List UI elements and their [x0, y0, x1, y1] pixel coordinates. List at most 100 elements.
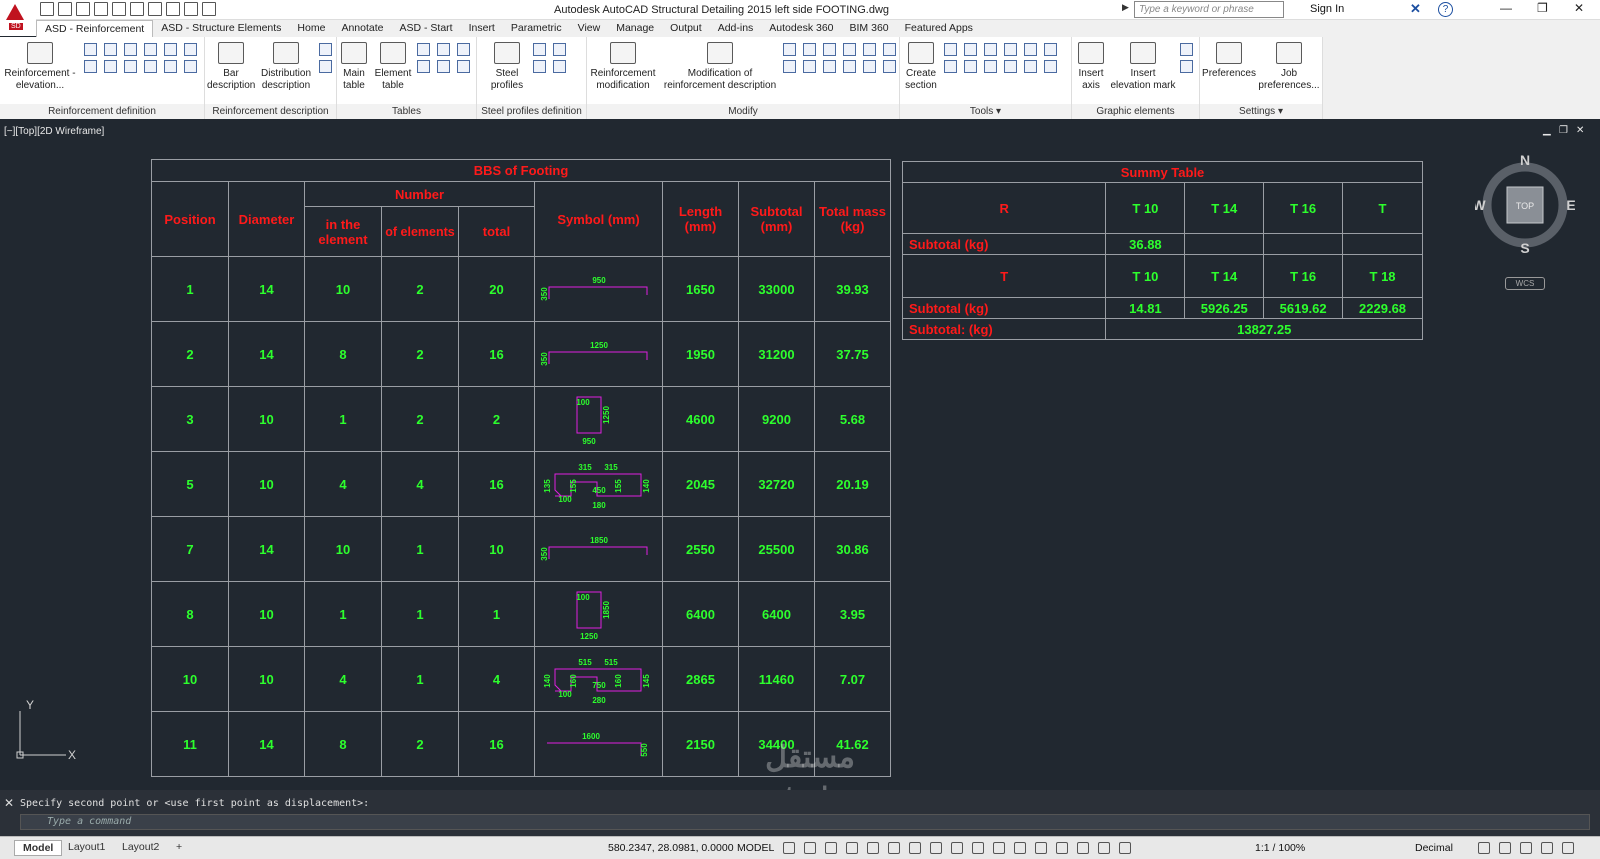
tab-view[interactable]: View — [570, 20, 609, 37]
job-preferences-button[interactable]: Job preferences... — [1258, 40, 1320, 92]
viewport-minimize-icon[interactable]: ▁ — [1543, 125, 1551, 136]
reinforcement-elevation-button[interactable]: Reinforcement - elevation... — [4, 40, 76, 92]
tool-icon[interactable] — [883, 60, 896, 73]
otrack-icon[interactable] — [909, 842, 921, 854]
tool-icon[interactable] — [553, 60, 566, 73]
tab-manage[interactable]: Manage — [608, 20, 662, 37]
line-tool-icon[interactable] — [202, 2, 216, 16]
tool-icon[interactable] — [457, 43, 470, 56]
tab-bim-360[interactable]: BIM 360 — [842, 20, 897, 37]
tab-asd-start[interactable]: ASD - Start — [391, 20, 460, 37]
tool-icon[interactable] — [457, 60, 470, 73]
tool-icon[interactable] — [863, 43, 876, 56]
viewcube-compass[interactable]: TOP N S E W — [1475, 155, 1575, 255]
tool-icon[interactable] — [437, 43, 450, 56]
distribution-description-button[interactable]: Distribution description — [257, 40, 315, 92]
help-icon[interactable]: ? — [1438, 2, 1453, 17]
sign-in-button[interactable]: Sign In — [1310, 3, 1344, 15]
tool-icon[interactable] — [84, 60, 97, 73]
search-input[interactable]: Type a keyword or phrase — [1134, 1, 1284, 18]
tool-icon[interactable] — [164, 60, 177, 73]
tool-icon[interactable] — [1004, 43, 1017, 56]
tool-icon[interactable] — [164, 43, 177, 56]
tab-annotate[interactable]: Annotate — [333, 20, 391, 37]
tool-icon[interactable] — [783, 60, 796, 73]
tool-icon[interactable] — [823, 43, 836, 56]
isodraft-icon[interactable] — [867, 842, 879, 854]
tool-icon[interactable] — [84, 43, 97, 56]
tool-icon[interactable] — [124, 60, 137, 73]
tool-icon[interactable] — [1004, 60, 1017, 73]
model-space-button[interactable]: MODEL — [737, 842, 774, 854]
main-table-button[interactable]: Main table — [339, 40, 369, 92]
add-layout-icon[interactable]: + — [168, 840, 190, 854]
viewport-controls-label[interactable]: [−][Top][2D Wireframe] — [4, 126, 104, 137]
compass-west[interactable]: W — [1475, 197, 1486, 213]
gizmo-icon[interactable] — [1056, 842, 1068, 854]
tool-icon[interactable] — [964, 60, 977, 73]
print-icon[interactable] — [112, 2, 126, 16]
compass-south[interactable]: S — [1520, 240, 1529, 255]
undo-icon[interactable] — [130, 2, 144, 16]
tool-icon[interactable] — [124, 43, 137, 56]
layout-tab-model[interactable]: Model — [14, 840, 63, 856]
polar-icon[interactable] — [846, 842, 858, 854]
tool-icon[interactable] — [1180, 60, 1193, 73]
tool-icon[interactable] — [104, 60, 117, 73]
tab-featured-apps[interactable]: Featured Apps — [897, 20, 981, 37]
tool-icon[interactable] — [944, 60, 957, 73]
customization-icon[interactable] — [1562, 842, 1574, 854]
panel-title[interactable]: Settings ▾ — [1200, 104, 1322, 119]
tool-icon[interactable] — [437, 60, 450, 73]
save-as-icon[interactable] — [94, 2, 108, 16]
save-icon[interactable] — [76, 2, 90, 16]
application-menu-button[interactable]: SD — [0, 0, 36, 36]
preferences-button[interactable]: Preferences — [1202, 40, 1256, 80]
tool-icon[interactable] — [184, 43, 197, 56]
tool-icon[interactable] — [1044, 43, 1057, 56]
units-selector[interactable]: Decimal — [1415, 842, 1453, 854]
tab-insert[interactable]: Insert — [461, 20, 503, 37]
auto-scale-icon[interactable] — [1098, 842, 1110, 854]
tool-icon[interactable] — [883, 43, 896, 56]
tool-icon[interactable] — [823, 60, 836, 73]
dynamic-ucs-icon[interactable] — [1014, 842, 1026, 854]
transparency-icon[interactable] — [951, 842, 963, 854]
selection-filter-icon[interactable] — [1035, 842, 1047, 854]
annotation-scale-icon[interactable] — [1119, 842, 1131, 854]
tool-icon[interactable] — [944, 43, 957, 56]
panel-title[interactable]: Tools ▾ — [900, 104, 1071, 119]
grid-icon[interactable] — [783, 842, 795, 854]
annotation-scale-value[interactable]: 1:1 / 100% — [1255, 842, 1305, 854]
tool-icon[interactable] — [843, 60, 856, 73]
tool-icon[interactable] — [1024, 60, 1037, 73]
table-tool-icon[interactable] — [184, 2, 198, 16]
close-icon[interactable]: ✕ — [1574, 1, 1584, 15]
wcs-menu-button[interactable]: WCS — [1505, 277, 1545, 290]
open-icon[interactable] — [58, 2, 72, 16]
compass-east[interactable]: E — [1566, 197, 1575, 213]
tool-icon[interactable] — [104, 43, 117, 56]
exchange-apps-icon[interactable]: ✕ — [1410, 2, 1424, 16]
tool-icon[interactable] — [144, 60, 157, 73]
tool-icon[interactable] — [553, 43, 566, 56]
osnap-icon[interactable] — [888, 842, 900, 854]
isolate-objects-icon[interactable] — [1499, 842, 1511, 854]
tool-icon[interactable] — [417, 60, 430, 73]
steel-profiles-button[interactable]: Steel profiles — [487, 40, 527, 92]
reinforcement-modification-button[interactable]: Reinforcement modification — [589, 40, 657, 92]
selection-cycling-icon[interactable] — [972, 842, 984, 854]
viewport-close-icon[interactable]: ✕ — [1576, 125, 1584, 136]
tool-icon[interactable] — [1180, 43, 1193, 56]
insert-elevation-mark-button[interactable]: Insert elevation mark — [1110, 40, 1176, 92]
tool-icon[interactable] — [803, 60, 816, 73]
command-input[interactable]: Type a command — [20, 814, 1590, 830]
layout-tab-layout2[interactable]: Layout2 — [114, 840, 167, 854]
layout-tab-layout1[interactable]: Layout1 — [60, 840, 113, 854]
tool-icon[interactable] — [984, 43, 997, 56]
ortho-icon[interactable] — [825, 842, 837, 854]
tool-icon[interactable] — [1044, 60, 1057, 73]
compass-north[interactable]: N — [1520, 155, 1530, 168]
tool-icon[interactable] — [184, 60, 197, 73]
tab-autodesk-360[interactable]: Autodesk 360 — [761, 20, 841, 37]
